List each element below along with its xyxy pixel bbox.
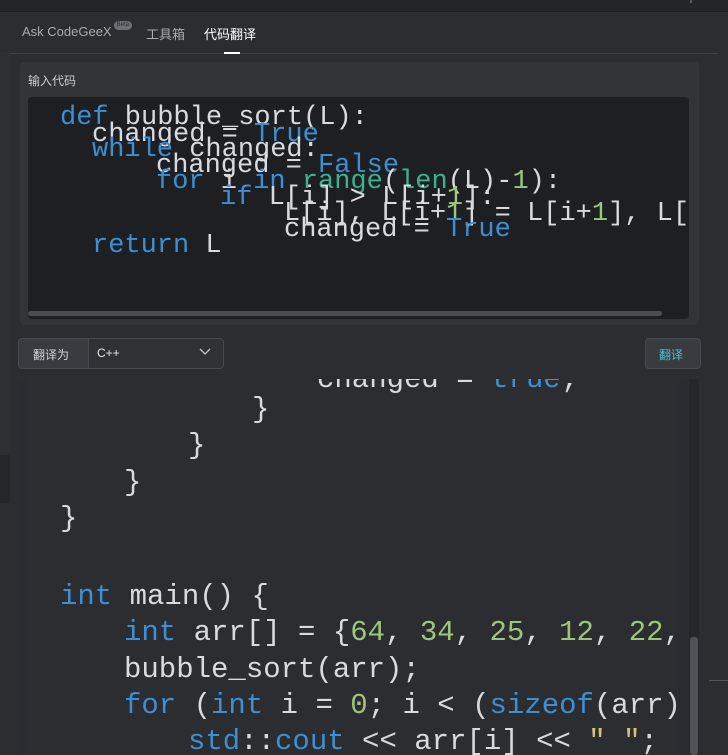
target-language-value: C++ (97, 346, 120, 360)
input-panel-title: 输入代码 (28, 74, 77, 88)
beta-badge: Beta (113, 21, 132, 30)
tab-code-translate[interactable]: 代码翻译 (204, 24, 256, 43)
translate-button-label: 翻译 (659, 348, 684, 362)
vertical-scrollbar-thumb[interactable] (690, 637, 698, 755)
output-code-line: } (252, 393, 270, 426)
horizontal-scrollbar[interactable] (28, 311, 662, 316)
left-gutter-dark (0, 455, 10, 503)
output-code-line: for (int i = 0; i < (sizeof(arr) / (124, 689, 678, 722)
tab-ask-codegeex[interactable]: Ask CodeGeeX Beta (22, 21, 132, 39)
window-edge-mark (690, 0, 692, 3)
output-code-line: bubble_sort(arr); (124, 653, 420, 686)
tab-bar: Ask CodeGeeX Beta 工具箱 代码翻译 (10, 11, 718, 54)
tab-toolbox[interactable]: 工具箱 (146, 24, 185, 43)
input-code-line: return L (92, 231, 222, 261)
translate-to-label: 翻译为 (33, 348, 70, 362)
output-code-line: } (188, 429, 206, 462)
output-code-line: } (124, 466, 142, 499)
input-code-editor[interactable]: def bubble_sort(L): changed = True while… (28, 97, 689, 319)
left-gutter (0, 52, 10, 452)
tab-ask-codegeex-label: Ask CodeGeeX (22, 24, 112, 39)
input-code-line: changed = True (284, 215, 511, 245)
output-code-line: int main() { (60, 580, 269, 613)
output-code-line: int arr[] = {64, 34, 25, 12, 22, 11 (124, 616, 678, 649)
active-tab-indicator (224, 52, 240, 54)
output-code-line: changed = true; (317, 379, 579, 396)
output-code-line: } (60, 502, 78, 535)
output-code-line: std::cout << arr[i] << " "; (188, 725, 658, 755)
chevron-down-icon (199, 348, 211, 355)
right-edge-mark (709, 680, 728, 681)
output-code-view[interactable]: changed = true; } } } } int main() { int… (28, 379, 678, 755)
